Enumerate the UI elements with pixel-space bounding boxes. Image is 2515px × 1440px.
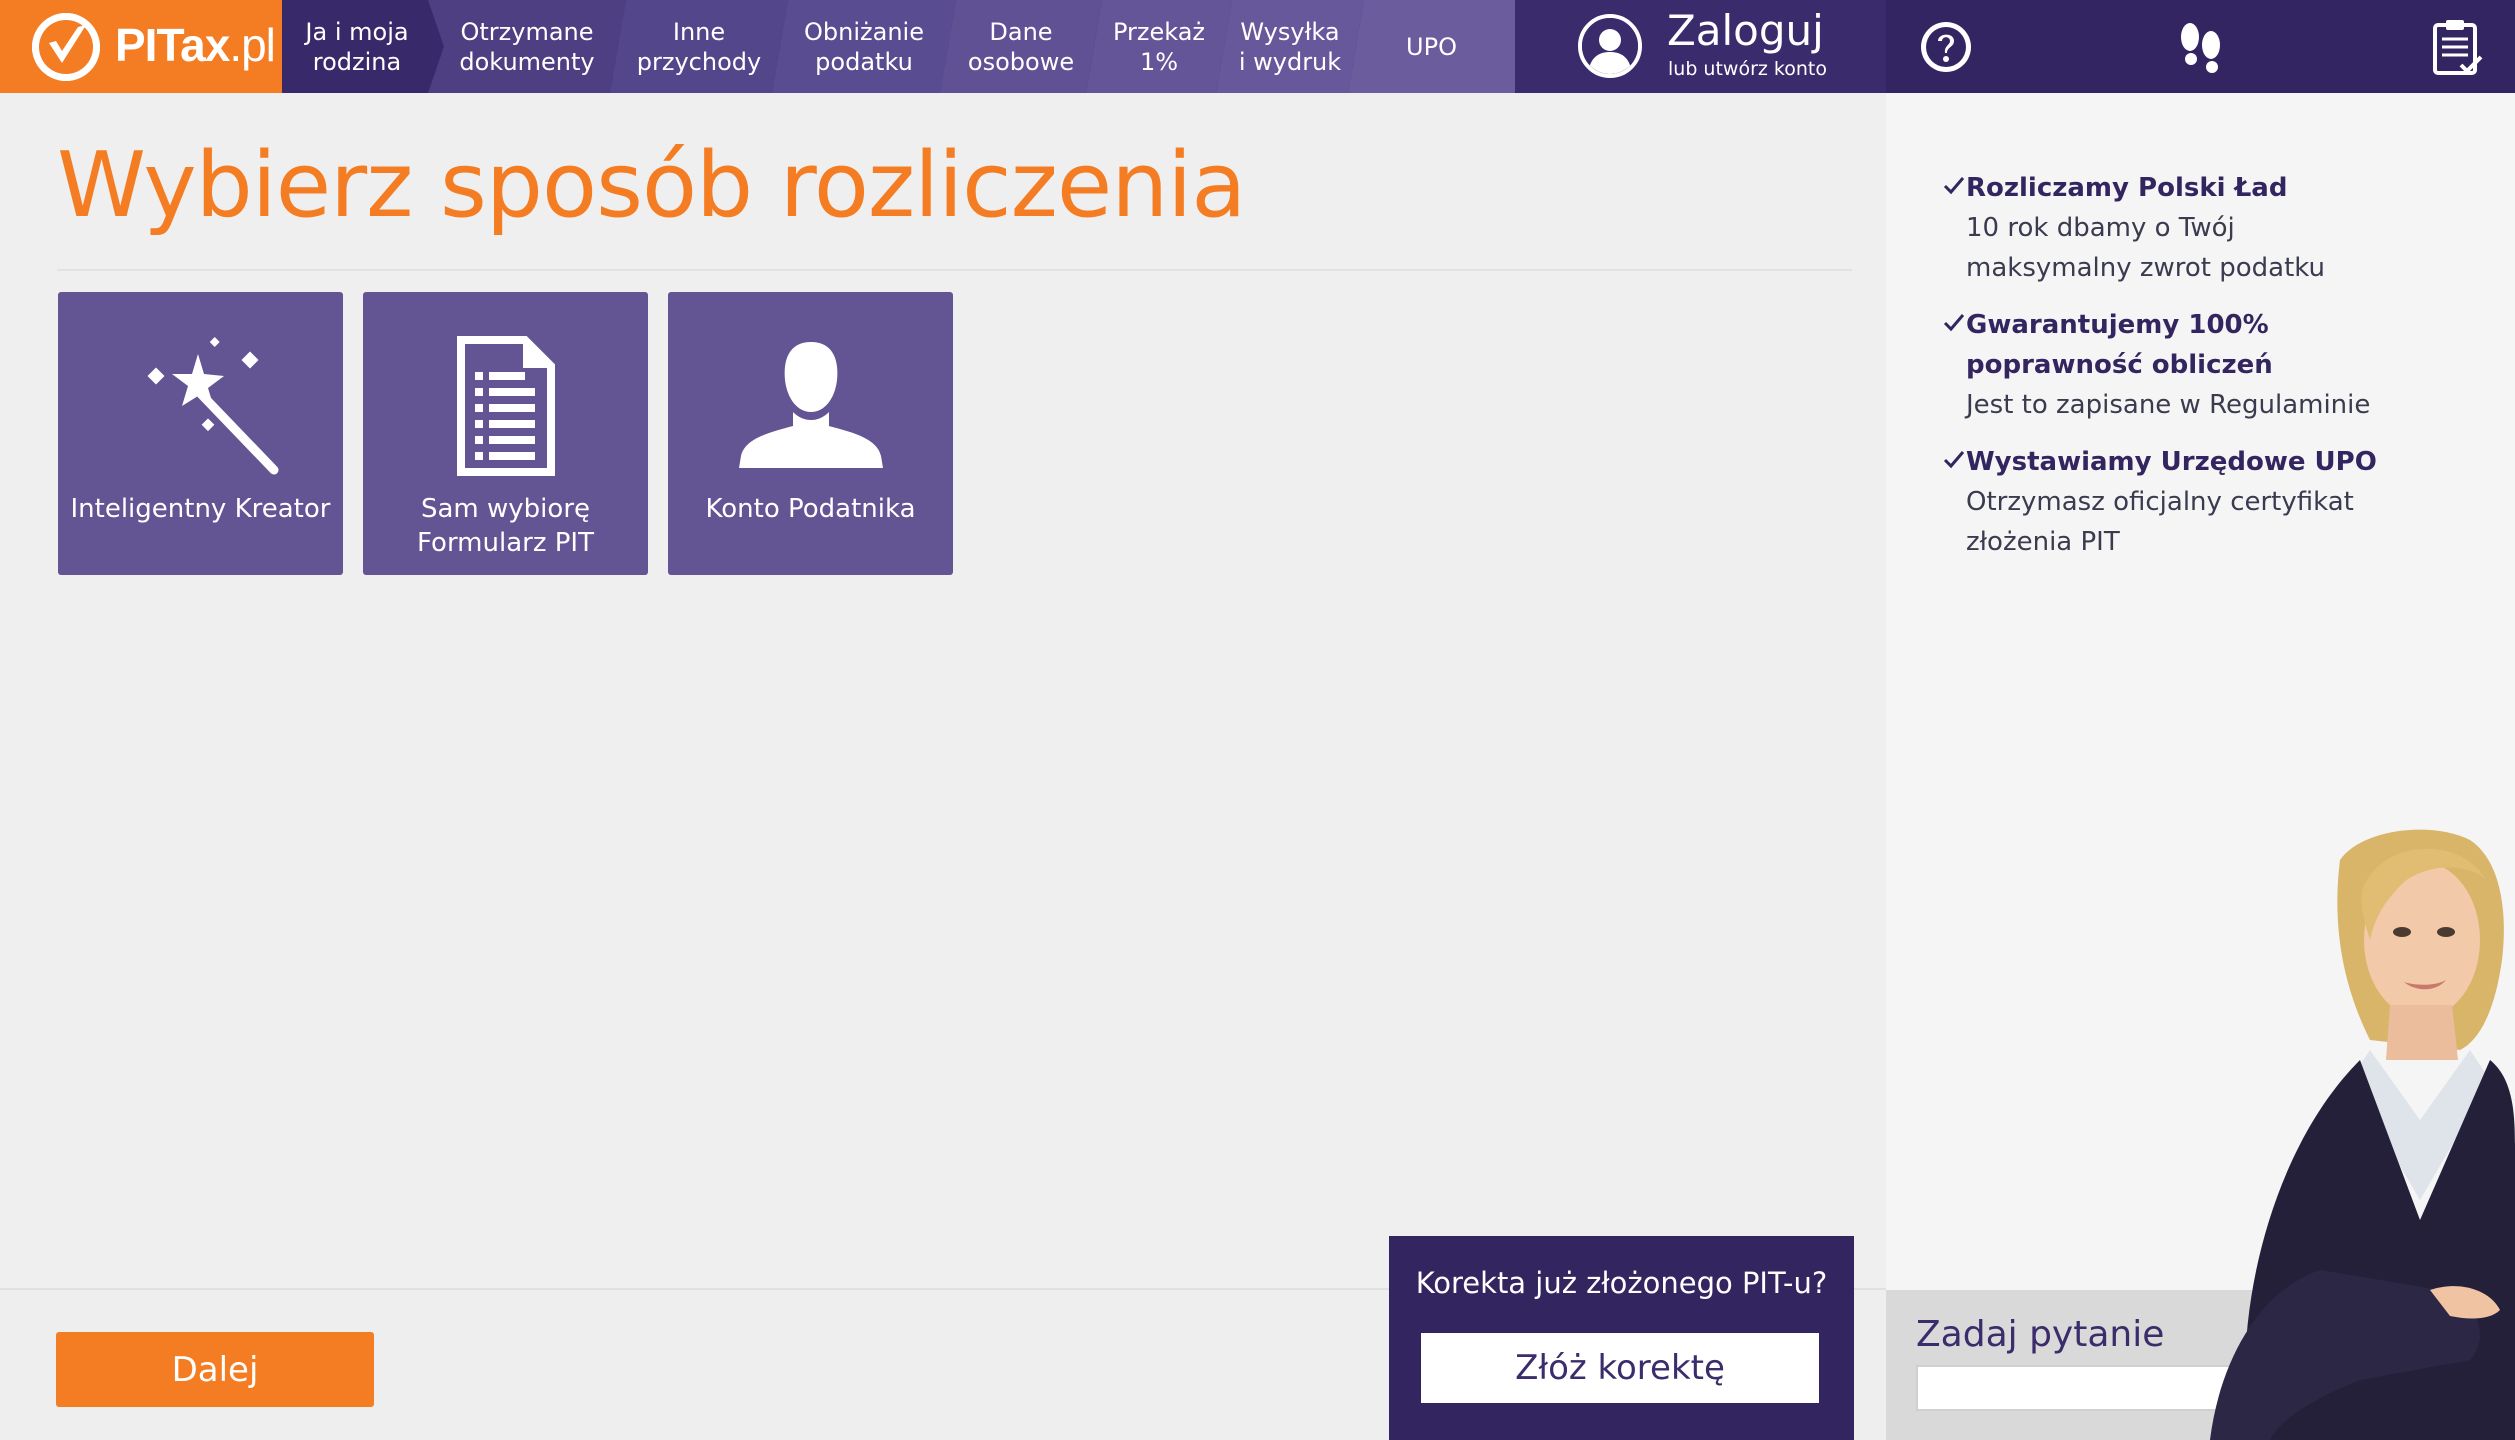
step-upo[interactable]: UPO xyxy=(1348,0,1515,93)
step-przekaz-1-procent[interactable]: Przekaż 1% xyxy=(1086,0,1232,93)
step-label: Inne przychody xyxy=(636,17,762,76)
next-button[interactable]: Dalej xyxy=(56,1332,374,1407)
step-otrzymane-dokumenty[interactable]: Otrzymane dokumenty xyxy=(428,0,626,93)
check-icon xyxy=(1943,177,1965,195)
step-dane-osobowe[interactable]: Dane osobowe xyxy=(940,0,1102,93)
option-label: Sam wybiorę Formularz PIT xyxy=(417,494,594,558)
step-inne-przychody[interactable]: Inne przychody xyxy=(610,0,788,93)
main-content: Wybierz sposób rozliczenia Inteligentny … xyxy=(0,93,1886,1288)
check-icon xyxy=(1943,314,1965,332)
document-icon xyxy=(456,336,555,476)
checkmark-logo-icon xyxy=(32,13,100,81)
ask-question-title: Zadaj pytanie xyxy=(1916,1314,2165,1355)
assistant-photo xyxy=(2210,829,2515,1440)
benefit-description: Jest to zapisane w Regulaminie xyxy=(1966,390,2371,420)
user-icon xyxy=(738,342,883,468)
correction-question: Korekta już złożonego PIT-u? xyxy=(1415,1266,1828,1300)
correction-panel: Korekta już złożonego PIT-u? Złóż korekt… xyxy=(1389,1236,1854,1440)
title-divider xyxy=(57,269,1852,271)
option-konto-podatnika[interactable]: Konto Podatnika xyxy=(668,292,953,575)
footprints-icon xyxy=(2181,22,2220,73)
step-label: Obniżanie podatku xyxy=(804,17,924,76)
logo[interactable]: PITax.pl xyxy=(0,0,300,93)
option-sam-wybiore-formularz[interactable]: Sam wybiorę Formularz PIT xyxy=(363,292,648,575)
option-label: Konto Podatnika xyxy=(705,494,916,524)
option-label: Inteligentny Kreator xyxy=(70,494,331,524)
option-inteligentny-kreator[interactable]: Inteligentny Kreator xyxy=(58,292,343,575)
benefit-title: Gwarantujemy 100% poprawność obliczeń xyxy=(1966,310,2273,380)
step-label: Wysyłka i wydruk xyxy=(1238,17,1342,76)
step-ja-i-moja-rodzina[interactable]: Ja i moja rodzina xyxy=(282,0,432,93)
benefit-description: 10 rok dbamy o Twój maksymalny zwrot pod… xyxy=(1966,213,2326,283)
guide-button[interactable] xyxy=(2141,0,2261,93)
step-label: Przekaż 1% xyxy=(1112,17,1206,76)
login-title: Zaloguj xyxy=(1667,6,1824,55)
summary-button[interactable] xyxy=(2396,0,2515,93)
step-label: Ja i moja rodzina xyxy=(305,17,409,76)
step-label: UPO xyxy=(1406,32,1457,61)
step-label: Dane osobowe xyxy=(967,17,1075,76)
benefit-title: Rozliczamy Polski Ład xyxy=(1966,173,2288,203)
toolbar xyxy=(1886,0,2515,93)
step-obnizanie-podatku[interactable]: Obniżanie podatku xyxy=(772,0,956,93)
check-icon xyxy=(1943,451,1965,469)
login-subtitle: lub utwórz konto xyxy=(1668,58,1827,80)
login-button[interactable]: Zaloguj lub utwórz konto xyxy=(1515,0,1886,93)
step-wysylka-i-wydruk[interactable]: Wysyłka i wydruk xyxy=(1216,0,1364,93)
logo-text: PITax.pl xyxy=(115,19,276,71)
help-button[interactable] xyxy=(1886,0,2006,93)
magic-wand-icon xyxy=(147,337,278,475)
benefit-title: Wystawiamy Urzędowe UPO xyxy=(1966,447,2377,477)
user-avatar-icon xyxy=(1578,14,1642,78)
clipboard-icon xyxy=(2433,19,2483,75)
submit-correction-button[interactable]: Złóż korektę xyxy=(1421,1333,1819,1403)
step-label: Otrzymane dokumenty xyxy=(459,17,595,76)
page-title: Wybierz sposób rozliczenia xyxy=(57,133,1246,238)
top-navigation-bar: PITax.pl Ja i moja rodzina Otrzymane dok… xyxy=(0,0,2515,93)
benefit-description: Otrzymasz oficjalny certyfikat złożenia … xyxy=(1966,487,2354,557)
question-icon xyxy=(1921,21,1971,72)
